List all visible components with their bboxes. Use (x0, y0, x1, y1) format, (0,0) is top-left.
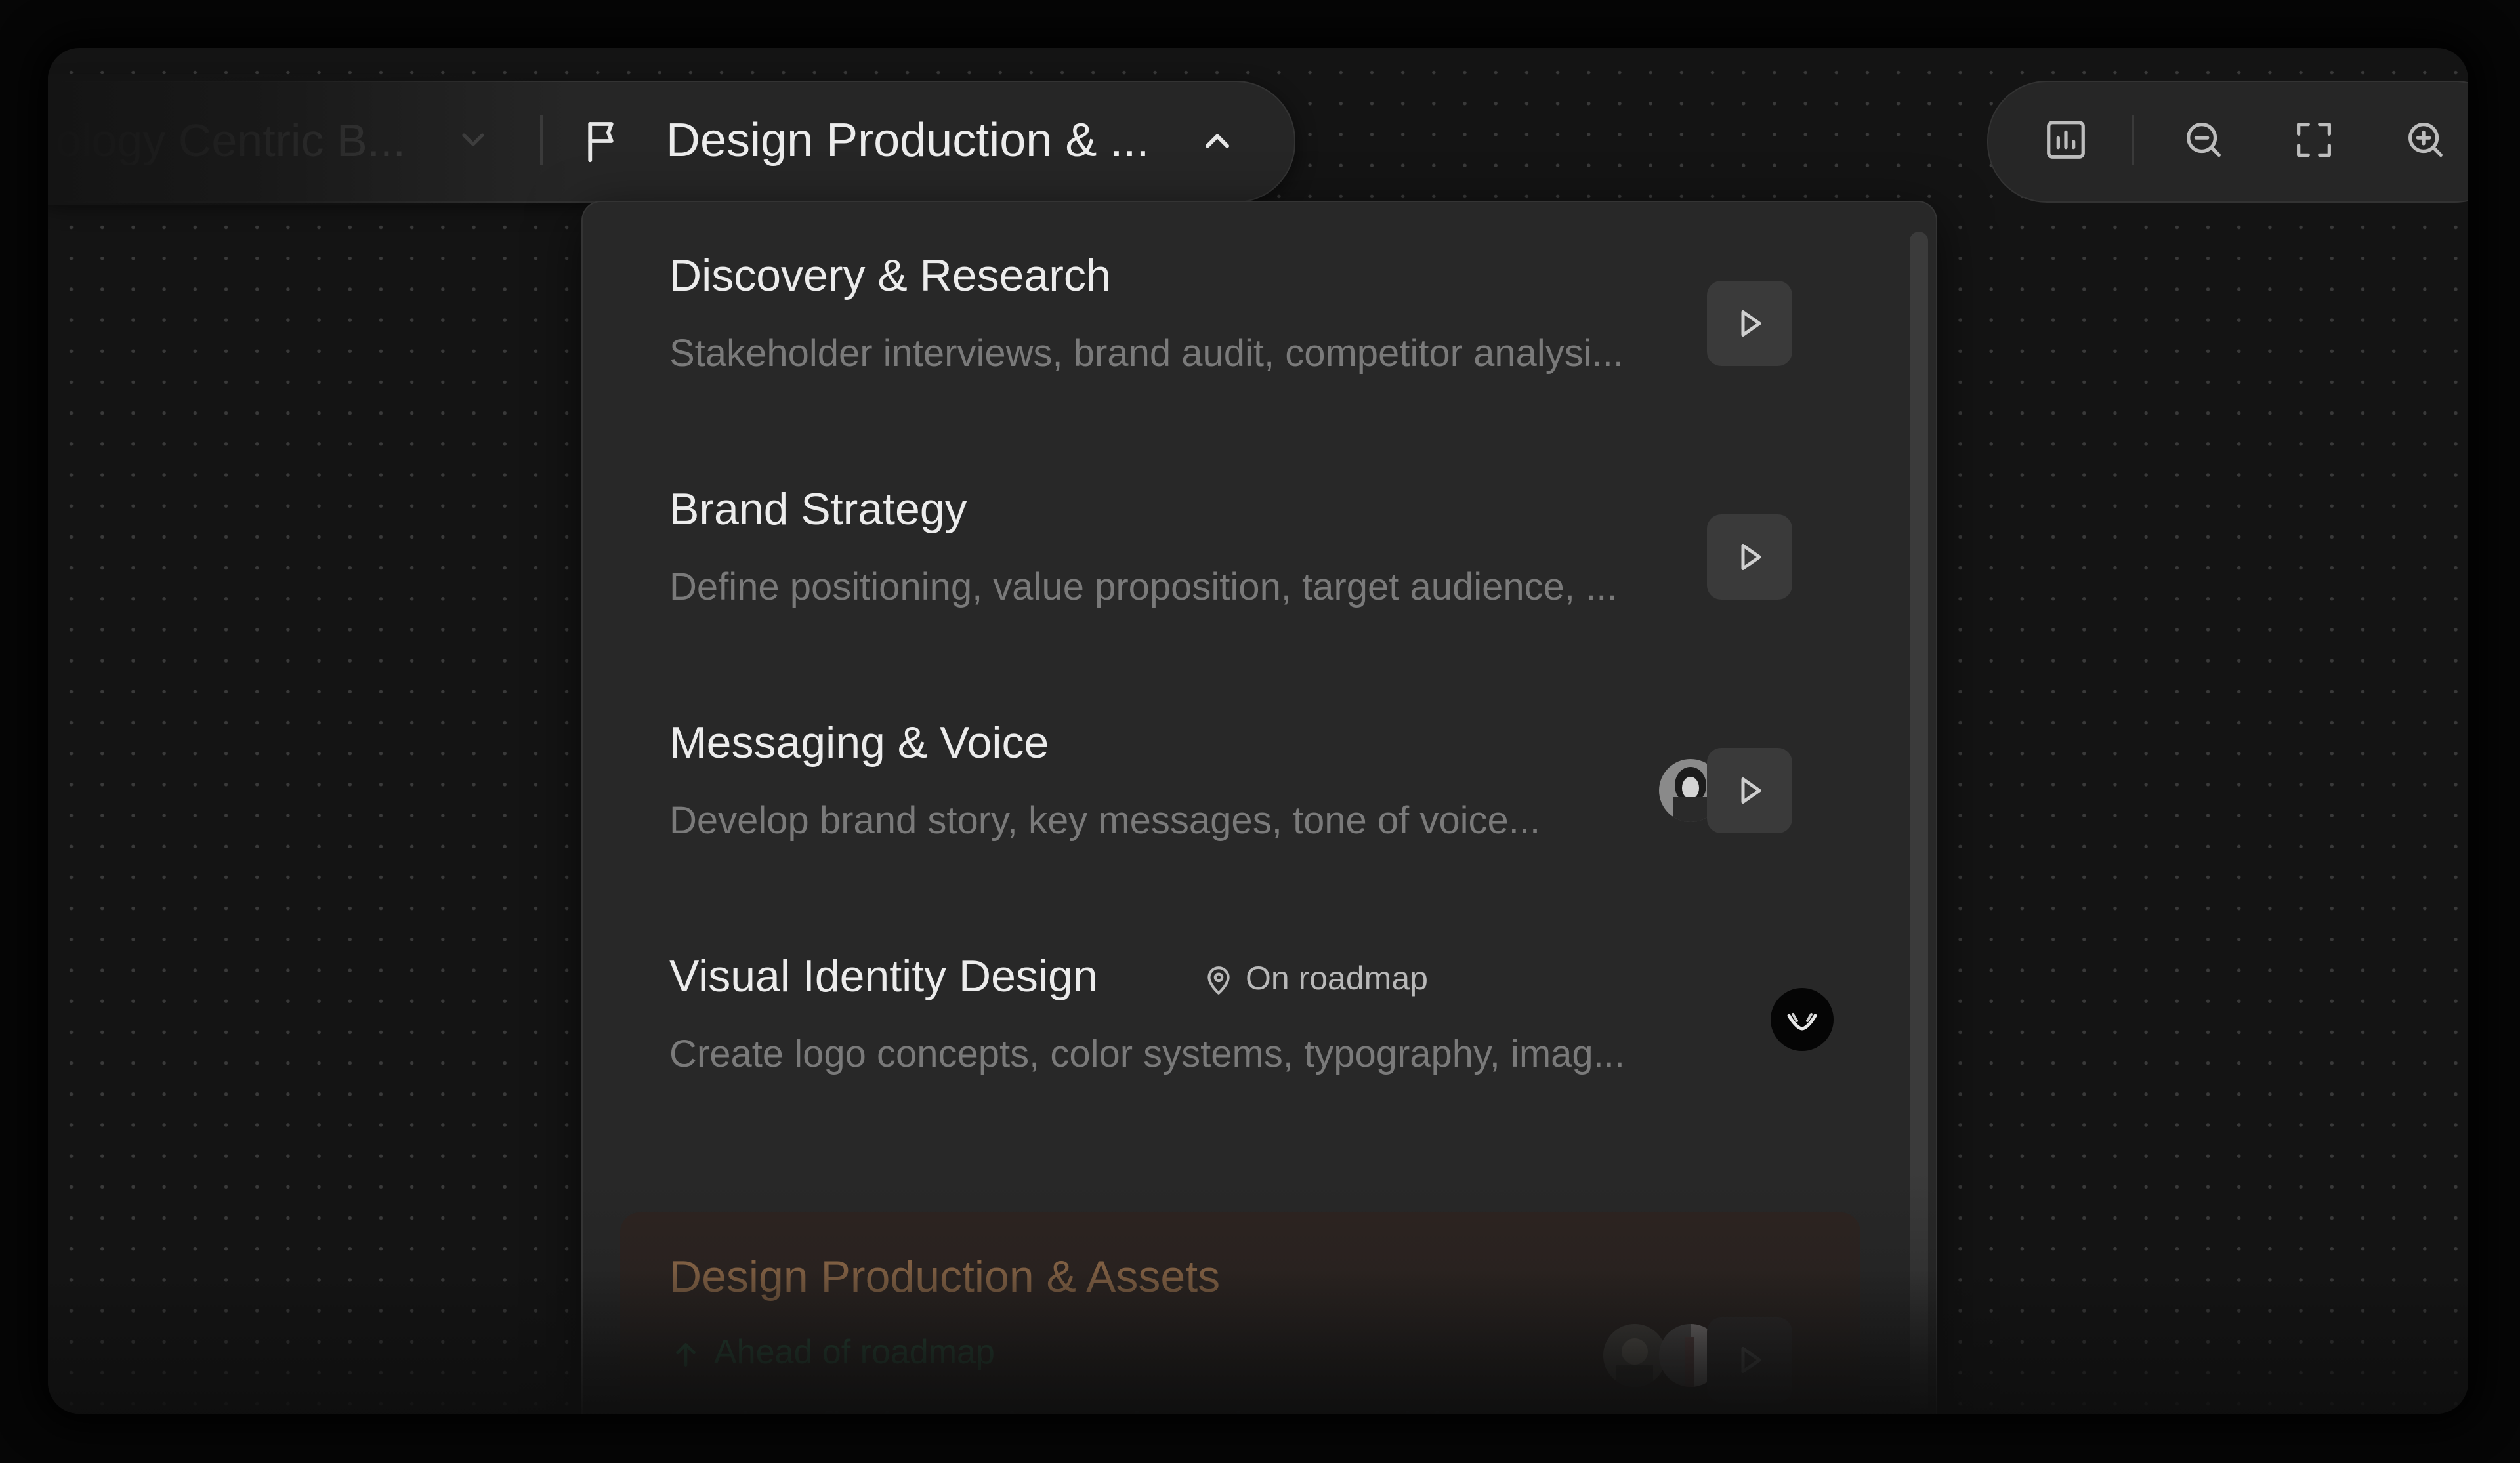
chevron-up-icon[interactable] (1198, 121, 1237, 161)
phase-item-active[interactable]: Design Production & Assets Ahead of road… (583, 1212, 1895, 1414)
flag-icon (588, 122, 614, 163)
phase-item[interactable]: Visual Identity Design On roadmap Create… (583, 903, 1895, 1136)
phase-item[interactable]: Messaging & Voice Develop brand story, k… (583, 669, 1895, 903)
toolbar-divider (2132, 115, 2134, 165)
breadcrumb-current[interactable]: Design Production & ... (666, 113, 1149, 167)
zoom-out-icon[interactable] (2181, 117, 2227, 163)
phase-description: Produce final artwork, templates, icons,… (669, 1403, 1473, 1414)
zoom-in-icon[interactable] (2403, 117, 2448, 163)
active-highlight (620, 1212, 1860, 1414)
chevron-down-icon[interactable] (455, 121, 492, 158)
fullscreen-icon[interactable] (2291, 117, 2337, 163)
phase-item[interactable]: Brand Strategy Define positioning, value… (583, 436, 1895, 669)
avatar[interactable] (1603, 1324, 1666, 1387)
roadmap-status: Ahead of roadmap (669, 1330, 995, 1374)
chart-icon[interactable] (2043, 117, 2089, 163)
phase-item[interactable]: Discovery & Research Stakeholder intervi… (583, 202, 1895, 436)
map-pin-icon (1208, 966, 1230, 995)
canvas: Technology Centric B... Design Productio… (48, 48, 2468, 1414)
play-button[interactable] (1707, 748, 1792, 833)
phase-dropdown: Discovery & Research Stakeholder intervi… (581, 201, 1937, 1414)
play-icon (1741, 544, 1761, 570)
play-icon (1741, 1347, 1761, 1373)
breadcrumb-divider (540, 115, 543, 165)
roadmap-status: On roadmap (1202, 957, 1428, 1000)
play-icon (1741, 777, 1761, 804)
roadmap-status-label: On roadmap (1246, 960, 1428, 997)
play-button[interactable] (1707, 1317, 1792, 1403)
phase-description: Define positioning, value proposition, t… (669, 566, 1618, 608)
phase-title: Discovery & Research (669, 251, 1111, 300)
arrow-up-icon (676, 1343, 696, 1367)
phase-title: Visual Identity Design (669, 951, 1098, 1001)
play-button[interactable] (1707, 514, 1792, 600)
phase-description: Stakeholder interviews, brand audit, com… (669, 332, 1624, 375)
scrollbar-thumb[interactable] (1910, 232, 1928, 1414)
play-icon (1741, 310, 1761, 337)
phase-description: Create logo concepts, color systems, typ… (669, 1033, 1626, 1075)
avatar[interactable] (1771, 988, 1834, 1051)
phase-description: Develop brand story, key messages, tone … (669, 799, 1541, 842)
play-button[interactable] (1707, 281, 1792, 366)
phase-title: Messaging & Voice (669, 718, 1049, 768)
breadcrumb-previous[interactable]: Technology Centric B... (48, 115, 406, 165)
roadmap-status-label: Ahead of roadmap (714, 1333, 995, 1371)
phase-title: Design Production & Assets (669, 1252, 1221, 1302)
scrollbar[interactable] (1910, 232, 1928, 1414)
phase-title: Brand Strategy (669, 484, 967, 534)
